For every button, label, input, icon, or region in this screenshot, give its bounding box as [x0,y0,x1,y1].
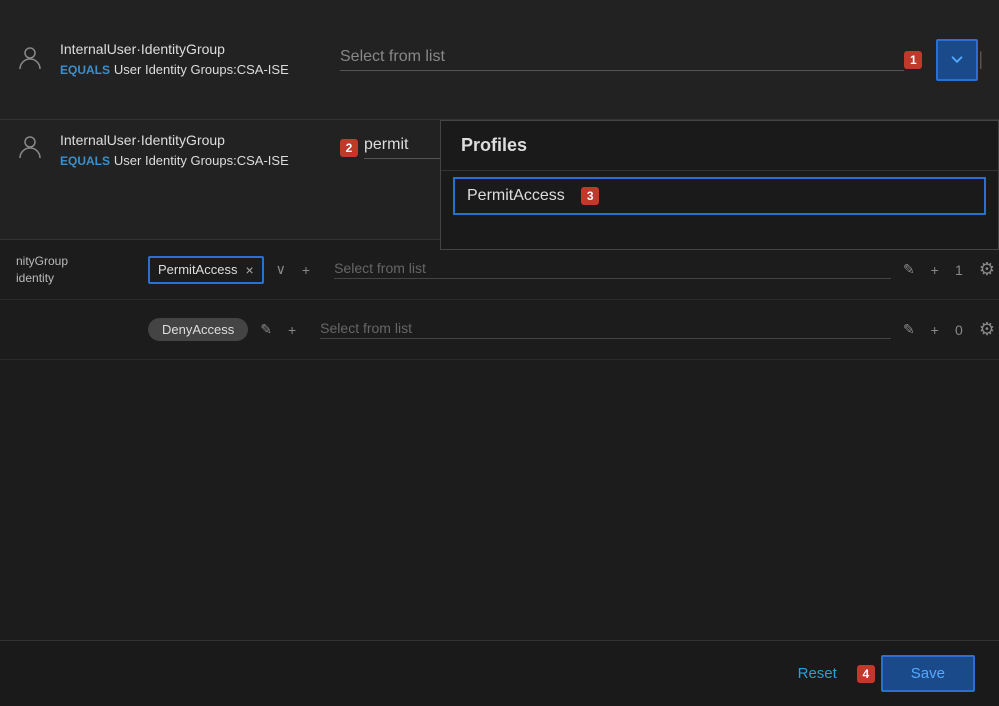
search-area-2: 2 ∧ + Profiles PermitAccess 3 [340,132,983,163]
deny-tag: DenyAccess [148,318,248,341]
count-badge-2: 0 [951,322,967,338]
dropdown-item-permit-access[interactable]: PermitAccess 3 [453,177,986,215]
equals-label-2: EQUALS [60,154,110,168]
plus-btn-2[interactable]: + [284,318,300,342]
save-button[interactable]: Save [881,655,975,692]
identity-info-1: InternalUser·IdentityGroup EQUALS User I… [60,41,320,79]
select-list-right-1: Select from list ✎ + 1 ⚙ [334,255,999,284]
step-badge-3: 3 [581,187,599,205]
pencil-btn-right-2[interactable]: ✎ [899,317,919,342]
row-controls-2: ✎ + [256,317,300,342]
deny-tag-label: DenyAccess [162,322,234,337]
data-row-left-2 [8,322,148,338]
minus-separator-1: | [978,49,983,70]
permit-tag-close-1[interactable]: × [245,262,253,278]
identity-groups-2: User Identity Groups:CSA-ISE [114,153,289,168]
step-badge-1: 1 [904,51,922,69]
select-list-text-2[interactable]: Select from list [320,320,891,339]
dropdown-header: Profiles [441,121,998,171]
permit-tag-label-1: PermitAccess [158,262,237,277]
reset-button[interactable]: Reset [798,665,837,682]
plus-btn-right-1[interactable]: + [927,258,943,282]
left-text-1a: nityGroup [16,253,140,270]
rows-section: nityGroup identity PermitAccess × ∨ + Se… [0,240,999,640]
footer: Reset 4 Save [0,640,999,706]
data-row-left-1: nityGroup identity [8,245,148,295]
user-icon-2 [16,132,44,166]
gear-btn-1[interactable]: ⚙ [975,255,999,284]
identity-group-name-1: InternalUser·IdentityGroup [60,41,320,57]
right-controls-2: ✎ + 0 ⚙ [899,315,999,344]
permit-tag-1: PermitAccess × [148,256,264,284]
identity-info-2: InternalUser·IdentityGroup EQUALS User I… [60,132,320,170]
pencil-btn-2[interactable]: ✎ [256,317,276,342]
right-controls-1: ✎ + 1 ⚙ [899,255,999,284]
chevron-down-btn-1[interactable]: ∨ [272,257,290,282]
gear-btn-2[interactable]: ⚙ [975,315,999,344]
equals-label-1: EQUALS [60,63,110,77]
select-area-1: Select from list 1 | [340,39,983,81]
row-controls-1: ∨ + [272,257,314,282]
select-list-text-1[interactable]: Select from list [334,260,891,279]
identity-groups-1: User Identity Groups:CSA-ISE [114,62,289,77]
dropdown-button-1[interactable] [936,39,978,81]
select-list-right-2: Select from list ✎ + 0 ⚙ [320,315,999,344]
step-badge-4: 4 [857,665,875,683]
select-from-list-1[interactable]: Select from list [340,48,904,71]
plus-btn-right-2[interactable]: + [927,318,943,342]
main-container: InternalUser·IdentityGroup EQUALS User I… [0,0,999,706]
plus-btn-1[interactable]: + [298,258,314,282]
save-btn-wrapper: 4 Save [857,655,975,692]
identity-group-name-2: InternalUser·IdentityGroup [60,132,320,148]
count-badge-1: 1 [951,262,967,278]
row-2: InternalUser·IdentityGroup EQUALS User I… [0,120,999,240]
data-row-2: DenyAccess ✎ + Select from list ✎ + 0 ⚙ [0,300,999,360]
row-1: InternalUser·IdentityGroup EQUALS User I… [0,0,999,120]
dropdown-panel: Profiles PermitAccess 3 [440,120,999,250]
user-icon-1 [16,43,44,77]
left-text-1b: identity [16,270,140,287]
pencil-btn-1[interactable]: ✎ [899,257,919,282]
step-badge-2: 2 [340,139,358,157]
permit-access-label: PermitAccess [467,187,565,204]
